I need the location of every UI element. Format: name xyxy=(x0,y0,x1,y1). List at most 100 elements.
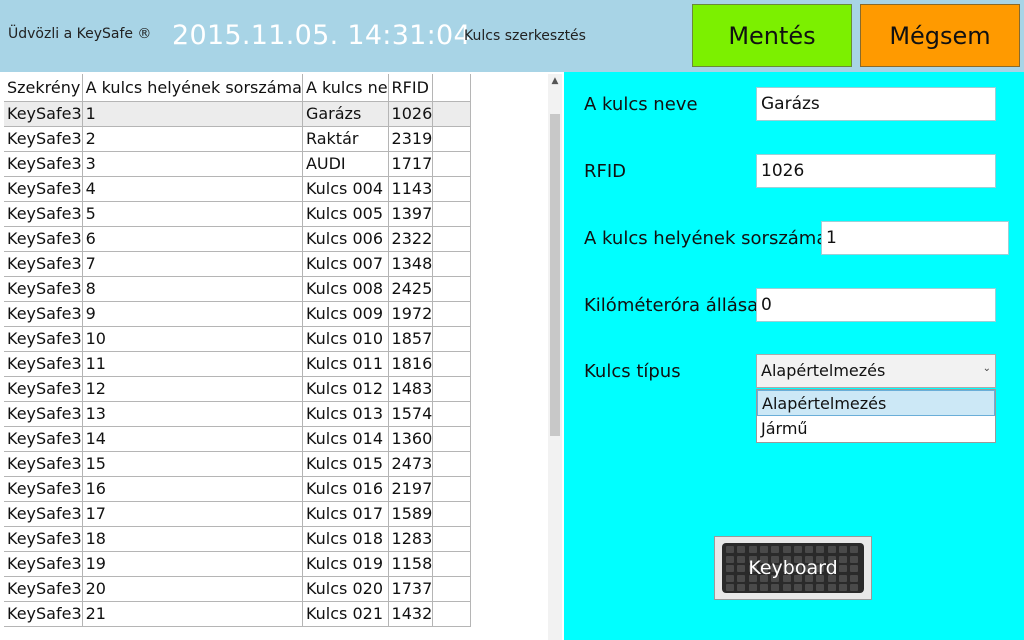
cell-rfid: 1717 xyxy=(388,151,434,177)
table-row[interactable]: KeySafe3 19 Kulcs 019 1158 xyxy=(4,551,472,577)
cell-rfid: 2319 xyxy=(388,126,434,152)
table-row[interactable]: KeySafe3 20 Kulcs 020 1737 xyxy=(4,576,472,602)
cell-key-name: Kulcs 018 xyxy=(302,526,389,552)
table-row[interactable]: KeySafe3 2 Raktár 2319 xyxy=(4,126,472,152)
cell-position: 7 xyxy=(82,251,303,277)
cell-key-name: Kulcs 005 xyxy=(302,201,389,227)
cell-filler xyxy=(432,551,472,577)
keyboard-key-shape xyxy=(748,584,757,591)
keyboard-key-shape xyxy=(793,584,802,591)
cell-cabinet: KeySafe3 xyxy=(4,476,83,502)
keyboard-key-shape xyxy=(771,584,780,591)
cell-rfid: 2425 xyxy=(388,276,434,302)
keyboard-icon: Keyboard xyxy=(722,543,864,593)
cell-position: 18 xyxy=(82,526,303,552)
cell-filler xyxy=(432,201,472,227)
key-type-option-default[interactable]: Alapértelmezés xyxy=(757,390,995,416)
cell-position: 10 xyxy=(82,326,303,352)
cell-key-name: Kulcs 007 xyxy=(302,251,389,277)
column-header-position[interactable]: A kulcs helyének sorszáma xyxy=(82,74,303,102)
cell-position: 8 xyxy=(82,276,303,302)
cell-rfid: 1432 xyxy=(388,601,434,627)
cell-filler xyxy=(432,276,472,302)
table-row[interactable]: KeySafe3 1 Garázs 1026 xyxy=(4,101,472,127)
keyboard-key-shape xyxy=(805,546,814,553)
cell-cabinet: KeySafe3 xyxy=(4,551,83,577)
position-field[interactable]: 1 xyxy=(821,221,1009,255)
cell-filler xyxy=(432,526,472,552)
key-type-select[interactable]: Alapértelmezés ⌄ xyxy=(756,354,996,388)
column-header-rfid[interactable]: RFID xyxy=(388,74,434,102)
table-row[interactable]: KeySafe3 4 Kulcs 004 1143 xyxy=(4,176,472,202)
cell-key-name: Kulcs 013 xyxy=(302,401,389,427)
key-name-field[interactable]: Garázs xyxy=(756,87,996,121)
cell-filler xyxy=(432,401,472,427)
table-row[interactable]: KeySafe3 10 Kulcs 010 1857 xyxy=(4,326,472,352)
vertical-scrollbar[interactable]: ▲ xyxy=(548,74,562,640)
cell-position: 15 xyxy=(82,451,303,477)
keyboard-key-shape xyxy=(782,546,791,553)
header-bar: Üdvözli a KeySafe ® 2015.11.05. 14:31:04… xyxy=(0,0,1024,72)
cell-filler xyxy=(432,601,472,627)
cell-cabinet: KeySafe3 xyxy=(4,176,83,202)
cell-key-name: Garázs xyxy=(302,101,389,127)
odometer-label: Kilóméteróra állása xyxy=(584,295,759,316)
table-row[interactable]: KeySafe3 17 Kulcs 017 1589 xyxy=(4,501,472,527)
odometer-field[interactable]: 0 xyxy=(756,288,996,322)
cell-cabinet: KeySafe3 xyxy=(4,526,83,552)
welcome-text: Üdvözli a KeySafe ® xyxy=(8,26,152,42)
rfid-field[interactable]: 1026 xyxy=(756,154,996,188)
cell-cabinet: KeySafe3 xyxy=(4,601,83,627)
table-row[interactable]: KeySafe3 6 Kulcs 006 2322 xyxy=(4,226,472,252)
cell-cabinet: KeySafe3 xyxy=(4,401,83,427)
cell-rfid: 1589 xyxy=(388,501,434,527)
cell-position: 14 xyxy=(82,426,303,452)
scrollbar-thumb[interactable] xyxy=(550,114,560,436)
table-row[interactable]: KeySafe3 14 Kulcs 014 1360 xyxy=(4,426,472,452)
table-row[interactable]: KeySafe3 21 Kulcs 021 1432 xyxy=(4,601,472,627)
rfid-label: RFID xyxy=(584,161,627,182)
position-label: A kulcs helyének sorszáma xyxy=(584,228,828,249)
keyboard-key-shape xyxy=(759,546,768,553)
table-row[interactable]: KeySafe3 12 Kulcs 012 1483 xyxy=(4,376,472,402)
key-type-option-vehicle[interactable]: Jármű xyxy=(757,416,995,442)
table-row[interactable]: KeySafe3 18 Kulcs 018 1283 xyxy=(4,526,472,552)
table-row[interactable]: KeySafe3 8 Kulcs 008 2425 xyxy=(4,276,472,302)
cell-key-name: Kulcs 017 xyxy=(302,501,389,527)
table-row[interactable]: KeySafe3 15 Kulcs 015 2473 xyxy=(4,451,472,477)
column-header-key-name[interactable]: A kulcs ne xyxy=(302,74,389,102)
column-header-filler xyxy=(432,74,472,102)
table-row[interactable]: KeySafe3 16 Kulcs 016 2197 xyxy=(4,476,472,502)
table-row[interactable]: KeySafe3 13 Kulcs 013 1574 xyxy=(4,401,472,427)
column-header-cabinet[interactable]: Szekrény xyxy=(4,74,83,102)
cell-cabinet: KeySafe3 xyxy=(4,301,83,327)
table-row[interactable]: KeySafe3 11 Kulcs 011 1816 xyxy=(4,351,472,377)
cell-cabinet: KeySafe3 xyxy=(4,126,83,152)
cell-rfid: 1348 xyxy=(388,251,434,277)
cell-cabinet: KeySafe3 xyxy=(4,151,83,177)
cancel-button[interactable]: Mégsem xyxy=(860,4,1020,67)
keyboard-key-shape xyxy=(726,584,734,591)
cell-position: 1 xyxy=(82,101,303,127)
table-row[interactable]: KeySafe3 5 Kulcs 005 1397 xyxy=(4,201,472,227)
cell-filler xyxy=(432,426,472,452)
cell-key-name: Kulcs 021 xyxy=(302,601,389,627)
cell-key-name: Kulcs 008 xyxy=(302,276,389,302)
save-button[interactable]: Mentés xyxy=(692,4,852,67)
cell-filler xyxy=(432,301,472,327)
table-row[interactable]: KeySafe3 9 Kulcs 009 1972 xyxy=(4,301,472,327)
cell-cabinet: KeySafe3 xyxy=(4,451,83,477)
cell-position: 5 xyxy=(82,201,303,227)
scroll-up-arrow-icon[interactable]: ▲ xyxy=(548,74,562,88)
table-row[interactable]: KeySafe3 3 AUDI 1717 xyxy=(4,151,472,177)
key-type-selected-value: Alapértelmezés xyxy=(761,361,886,380)
cell-cabinet: KeySafe3 xyxy=(4,276,83,302)
cell-filler xyxy=(432,451,472,477)
table-row[interactable]: KeySafe3 7 Kulcs 007 1348 xyxy=(4,251,472,277)
keyboard-button[interactable]: Keyboard xyxy=(714,536,872,600)
cell-position: 12 xyxy=(82,376,303,402)
cell-position: 6 xyxy=(82,226,303,252)
keyboard-button-label: Keyboard xyxy=(748,557,838,579)
cell-cabinet: KeySafe3 xyxy=(4,251,83,277)
cell-rfid: 2197 xyxy=(388,476,434,502)
